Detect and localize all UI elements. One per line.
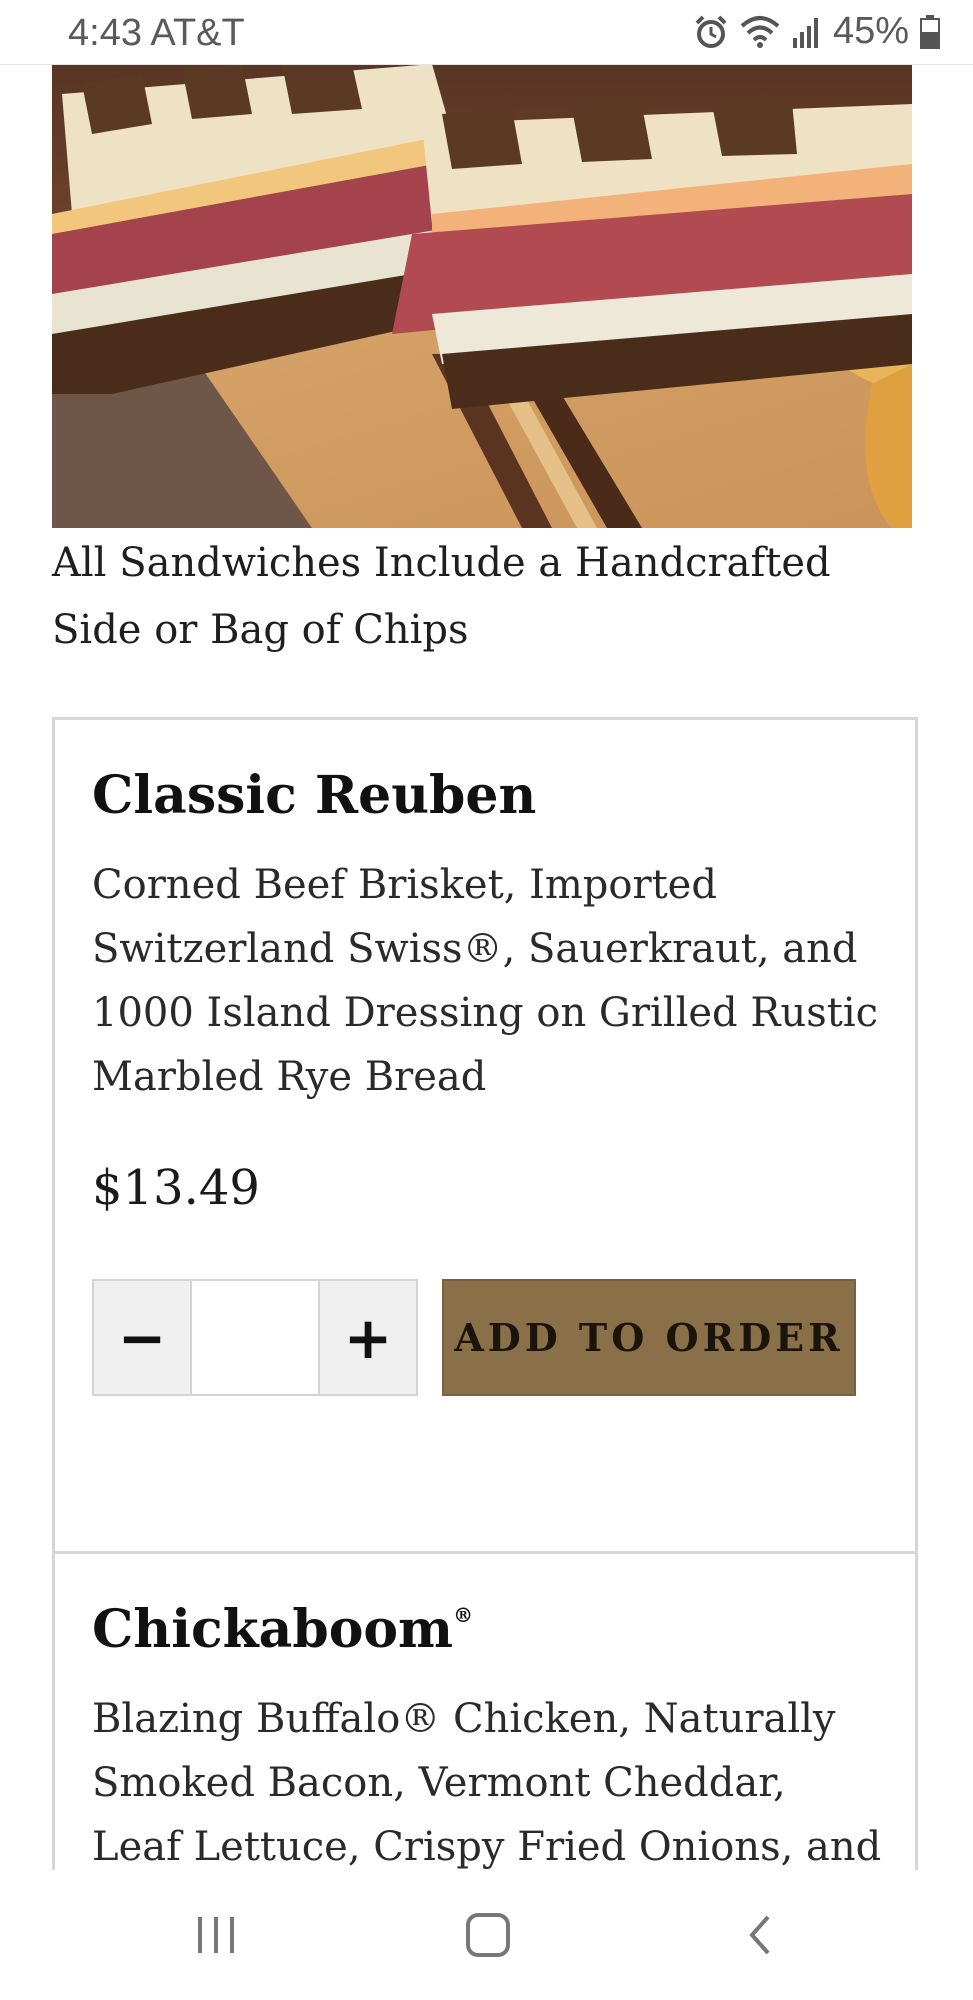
item-description: Blazing Buffalo® Chicken, Naturally Smok…: [92, 1696, 882, 1870]
system-nav-bar: [0, 1870, 973, 2000]
menu-item-card: Chickaboom® Blazing Buffalo® Chicken, Na…: [52, 1551, 918, 1870]
back-icon[interactable]: [690, 1870, 830, 2000]
menu-content[interactable]: All Sandwiches Include a Handcrafted Sid…: [0, 64, 973, 1870]
item-price: $13.49: [92, 1160, 260, 1216]
quantity-input[interactable]: [192, 1281, 318, 1394]
reuben-sandwich-photo: [52, 64, 912, 528]
signal-icon: [791, 14, 823, 50]
recent-apps-icon[interactable]: [146, 1870, 286, 2000]
decrease-quantity-button[interactable]: −: [94, 1281, 192, 1394]
item-name: Classic Reuben: [92, 765, 537, 826]
item-description: Corned Beef Brisket, Imported Switzerlan…: [92, 862, 879, 1100]
home-icon[interactable]: [418, 1870, 558, 2000]
wifi-icon: [739, 14, 781, 50]
battery-icon: [919, 14, 941, 50]
status-time-carrier: 4:43 AT&T: [68, 12, 245, 54]
status-icons: 45%: [693, 10, 941, 53]
item-name: Chickaboom®: [92, 1599, 473, 1660]
menu-item-card: Classic Reuben Corned Beef Brisket, Impo…: [52, 717, 918, 1569]
item-name-text: Chickaboom: [92, 1599, 454, 1660]
quantity-stepper: − +: [92, 1279, 418, 1396]
hero-caption: All Sandwiches Include a Handcrafted Sid…: [52, 540, 831, 653]
battery-percent: 45%: [832, 10, 909, 52]
registered-mark: ®: [453, 1603, 474, 1627]
alarm-icon: [693, 14, 729, 50]
add-to-order-button[interactable]: ADD TO ORDER: [442, 1279, 856, 1396]
status-bar: 4:43 AT&T 45%: [0, 0, 973, 65]
increase-quantity-button[interactable]: +: [318, 1281, 416, 1394]
